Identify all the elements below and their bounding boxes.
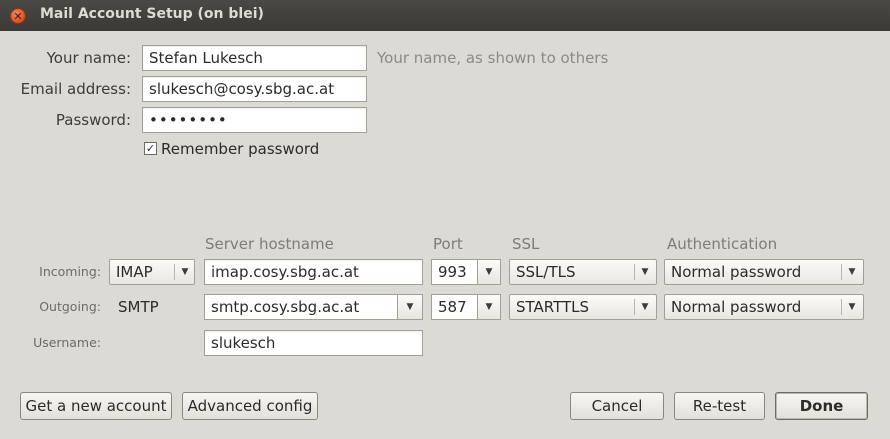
email-label: Email address:	[20, 80, 131, 98]
cancel-button[interactable]: Cancel	[570, 392, 664, 420]
username-input[interactable]: slukesch	[204, 330, 423, 356]
remember-password-checkbox[interactable]: ✓	[144, 142, 157, 155]
header-ssl: SSL	[512, 235, 540, 253]
email-input[interactable]: slukesch@cosy.sbg.ac.at	[142, 76, 367, 102]
remember-password-label: Remember password	[161, 140, 320, 158]
outgoing-port-value: 587	[438, 298, 467, 316]
incoming-label: Incoming:	[39, 264, 101, 279]
incoming-auth-value: Normal password	[671, 263, 802, 281]
chevron-down-icon: ▼	[848, 302, 856, 312]
close-icon[interactable]: ✕	[10, 8, 26, 24]
name-label: Your name:	[46, 49, 131, 67]
name-hint: Your name, as shown to others	[377, 49, 609, 67]
password-input[interactable]: ••••••••	[142, 107, 367, 133]
incoming-ssl-select[interactable]: SSL/TLS ▼	[509, 259, 657, 285]
chevron-down-icon[interactable]: ▼	[477, 295, 500, 319]
outgoing-hostname-combo[interactable]: smtp.cosy.sbg.ac.at ▼	[204, 294, 423, 320]
outgoing-auth-value: Normal password	[671, 298, 802, 316]
outgoing-ssl-select[interactable]: STARTTLS ▼	[509, 294, 657, 320]
password-label: Password:	[55, 111, 131, 129]
outgoing-port-combo[interactable]: 587 ▼	[431, 294, 501, 320]
chevron-down-icon: ▼	[641, 302, 649, 312]
advanced-config-button[interactable]: Advanced config	[182, 392, 318, 420]
dialog-body: Your name: Stefan Lukesch Your name, as …	[0, 31, 890, 439]
outgoing-hostname-value: smtp.cosy.sbg.ac.at	[211, 298, 360, 316]
header-authentication: Authentication	[667, 235, 778, 253]
chevron-down-icon[interactable]: ▼	[477, 260, 500, 284]
incoming-auth-select[interactable]: Normal password ▼	[664, 259, 864, 285]
outgoing-ssl-value: STARTTLS	[516, 298, 590, 316]
name-input[interactable]: Stefan Lukesch	[142, 45, 367, 71]
incoming-port-value: 993	[438, 263, 467, 281]
chevron-down-icon[interactable]: ▼	[397, 295, 422, 319]
incoming-port-combo[interactable]: 993 ▼	[431, 259, 501, 285]
incoming-ssl-value: SSL/TLS	[516, 263, 576, 281]
username-label: Username:	[33, 335, 101, 350]
retest-button[interactable]: Re-test	[674, 392, 765, 420]
outgoing-protocol: SMTP	[118, 298, 159, 316]
window-title: Mail Account Setup (on blei)	[40, 6, 264, 22]
incoming-hostname-input[interactable]: imap.cosy.sbg.ac.at	[204, 259, 423, 285]
chevron-down-icon: ▼	[848, 267, 856, 277]
get-new-account-button[interactable]: Get a new account	[20, 392, 172, 420]
incoming-protocol-value: IMAP	[116, 263, 153, 281]
checkmark-icon: ✓	[145, 142, 156, 155]
header-hostname: Server hostname	[205, 235, 334, 253]
outgoing-label: Outgoing:	[39, 299, 101, 314]
done-button[interactable]: Done	[775, 392, 868, 420]
chevron-down-icon: ▼	[181, 267, 189, 277]
title-bar: ✕ Mail Account Setup (on blei)	[0, 0, 890, 32]
incoming-protocol-select[interactable]: IMAP ▼	[109, 259, 195, 285]
outgoing-auth-select[interactable]: Normal password ▼	[664, 294, 864, 320]
header-port: Port	[433, 235, 463, 253]
chevron-down-icon: ▼	[641, 267, 649, 277]
